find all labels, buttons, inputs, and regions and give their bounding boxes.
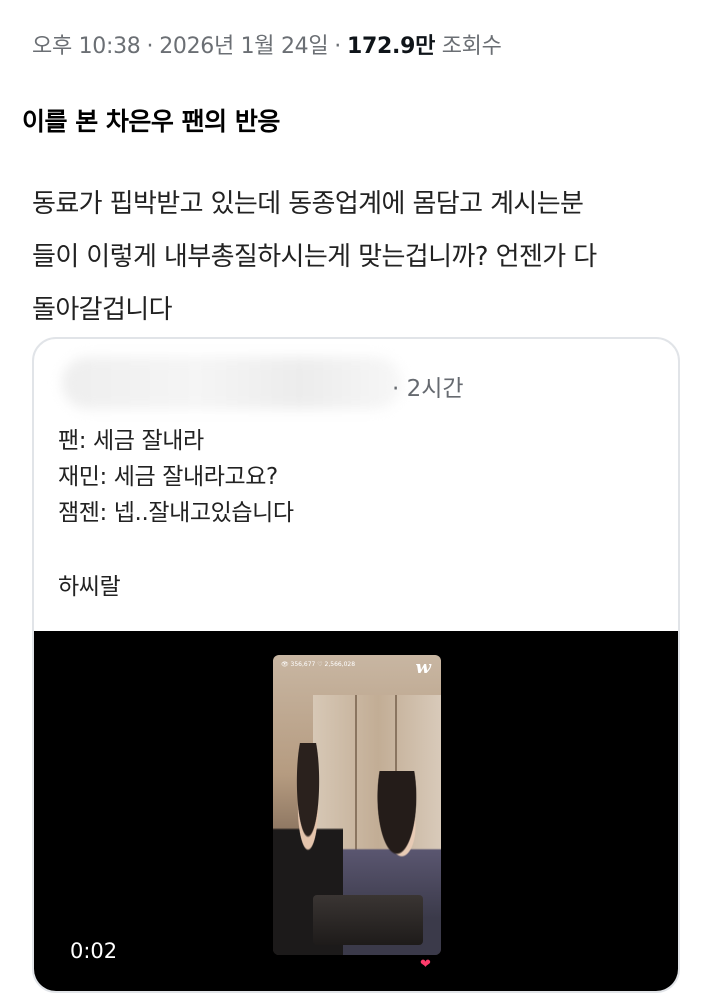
post-heading: 이를 본 차은우 팬의 반응 xyxy=(22,107,280,136)
tweet-body: 동료가 핍박받고 있는데 동종업계에 몸담고 계시는분 들이 이렇게 내부총질하… xyxy=(32,178,682,337)
quoted-post-line: 팬: 세금 잘내라 xyxy=(58,428,204,454)
tweet-body-line: 들이 이렇게 내부총질하시는게 맞는겁니까? 언젠가 다 xyxy=(32,242,597,272)
thumbnail-view-stats: 👁 356,677 ♡ 2,566,028 xyxy=(281,661,356,668)
video-player[interactable]: 👁 356,677 ♡ 2,566,028 w ❤ 0:02 xyxy=(34,631,678,991)
weverse-logo-icon: w xyxy=(415,657,432,678)
meta-separator: · xyxy=(334,34,341,59)
video-thumbnail[interactable]: 👁 356,677 ♡ 2,566,028 w xyxy=(273,655,441,955)
tweet-meta: 오후 10:38 · 2026년 1월 24일 · 172.9만 조회수 xyxy=(32,28,502,60)
blurred-author-name xyxy=(62,357,402,409)
thumbnail-grill xyxy=(313,895,423,945)
quoted-post-line: 잼젠: 넵..잘내고있습니다 xyxy=(58,500,294,526)
video-duration: 0:02 xyxy=(70,939,118,963)
quoted-post-line: 재민: 세금 잘내라고요? xyxy=(58,464,278,490)
heart-icon: ❤ xyxy=(420,957,431,972)
views-label: 조회수 xyxy=(441,34,502,59)
quoted-post-line: 하씨랄 xyxy=(58,574,121,600)
views-count[interactable]: 172.9만 xyxy=(347,34,435,59)
tweet-body-line: 동료가 핍박받고 있는데 동종업계에 몸담고 계시는분 xyxy=(32,189,584,219)
tweet-time: 오후 10:38 xyxy=(32,34,141,59)
meta-separator: · xyxy=(146,34,154,59)
quoted-post-timestamp[interactable]: · 2시간 xyxy=(392,369,464,403)
tweet-date: 2026년 1월 24일 xyxy=(159,34,329,59)
quoted-post-card[interactable]: · 2시간 팬: 세금 잘내라 재민: 세금 잘내라고요? 잼젠: 넵..잘내고… xyxy=(32,337,680,993)
tweet-body-line: 돌아갈겁니다 xyxy=(32,295,173,325)
